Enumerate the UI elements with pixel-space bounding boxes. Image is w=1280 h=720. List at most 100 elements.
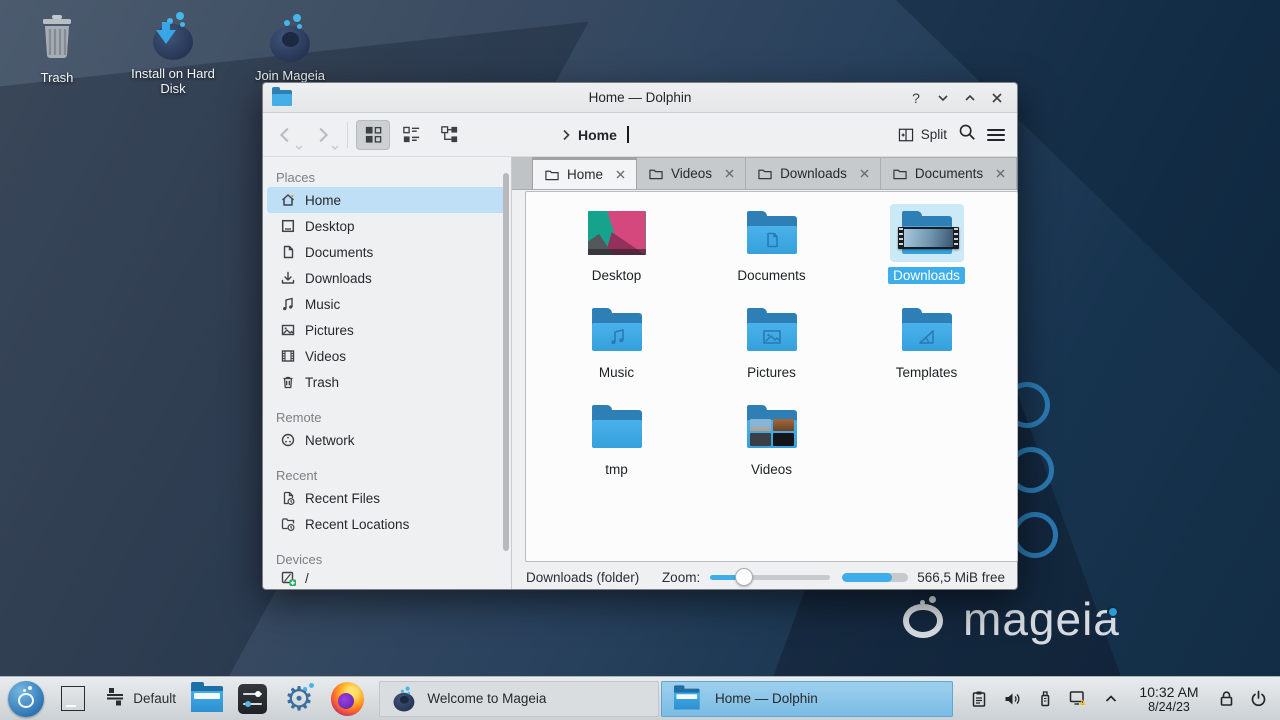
activities-icon[interactable] — [104, 685, 126, 712]
folder-icon — [758, 168, 772, 180]
file-pictures[interactable]: Pictures — [694, 301, 849, 398]
tab-documents[interactable]: Documents — [881, 157, 1017, 189]
back-button[interactable] — [273, 122, 299, 148]
digital-clock[interactable]: 10:32 AM 8/24/23 — [1133, 684, 1204, 714]
file-documents[interactable]: Documents — [694, 204, 849, 301]
location-breadcrumb[interactable]: Home — [562, 126, 629, 143]
recent-locations-icon — [280, 516, 296, 532]
sidebar-item-network[interactable]: Network — [267, 427, 507, 453]
expand-tray-chevron-icon[interactable] — [1101, 689, 1121, 709]
power-icon[interactable] — [1248, 689, 1268, 709]
file-videos[interactable]: Videos — [694, 398, 849, 495]
menu-button[interactable] — [987, 129, 1005, 141]
sidebar-item-label: Documents — [305, 245, 373, 260]
dolphin-launcher[interactable] — [191, 686, 223, 712]
clipboard-tray-icon[interactable] — [969, 689, 989, 709]
search-icon — [957, 122, 977, 142]
taskbar: Default ⚙ Welcome to Mageia Home — Dolph… — [0, 676, 1280, 720]
join-mageia-icon — [238, 6, 342, 62]
control-center-launcher[interactable]: ⚙ — [282, 682, 316, 716]
volume-tray-icon[interactable] — [1002, 689, 1022, 709]
desktop-icon-join[interactable]: Join Mageia — [238, 6, 342, 83]
selection-info: Downloads (folder) — [526, 570, 639, 585]
details-view-button[interactable] — [394, 120, 428, 150]
sidebar-item-documents[interactable]: Documents — [267, 239, 507, 265]
folder-templates-icon — [900, 308, 954, 353]
firefox-launcher[interactable] — [331, 682, 365, 716]
sidebar-item-recent-locations[interactable]: Recent Locations — [267, 511, 507, 537]
network-tray-icon[interactable] — [1068, 689, 1088, 709]
sidebar-item-videos[interactable]: Videos — [267, 343, 507, 369]
activity-label[interactable]: Default — [133, 691, 176, 706]
desktop-icon-install[interactable]: Install on Hard Disk — [121, 4, 225, 96]
tab-videos[interactable]: Videos — [637, 157, 746, 189]
file-tmp[interactable]: tmp — [539, 398, 694, 495]
desktop-icon-label: Install on Hard Disk — [121, 66, 225, 96]
trash-icon — [5, 8, 109, 64]
toolbar-separator — [347, 122, 348, 148]
welcome-app-icon — [392, 687, 406, 710]
file-label: tmp — [600, 461, 633, 478]
desktop-preview-icon — [588, 211, 646, 255]
help-button[interactable]: ? — [907, 89, 925, 107]
desktop-icon-trash[interactable]: Trash — [5, 8, 109, 85]
search-button[interactable] — [957, 122, 977, 147]
close-button[interactable] — [988, 89, 1006, 107]
sidebar-item-label: Trash — [305, 375, 339, 390]
file-templates[interactable]: Templates — [849, 301, 1004, 398]
titlebar[interactable]: Home — Dolphin ? — [263, 83, 1017, 113]
places-panel: Places Home Desktop — [263, 157, 511, 589]
free-space-bar — [842, 573, 908, 582]
system-settings-launcher[interactable] — [238, 684, 268, 714]
file-label: Desktop — [587, 267, 647, 284]
icons-view-button[interactable] — [356, 120, 390, 150]
sidebar-item-label: Videos — [305, 349, 346, 364]
forward-button[interactable] — [309, 122, 335, 148]
application-menu-button[interactable] — [8, 681, 44, 717]
zoom-slider[interactable] — [710, 568, 830, 586]
tab-close-icon[interactable] — [859, 168, 870, 179]
sidebar-item-music[interactable]: Music — [267, 291, 507, 317]
breadcrumb-chevron-icon — [562, 129, 571, 141]
file-label: Videos — [746, 461, 797, 478]
dolphin-task-icon — [674, 688, 700, 709]
lock-screen-icon[interactable] — [1217, 689, 1237, 709]
zoom-slider-handle[interactable] — [735, 568, 753, 586]
tab-home[interactable]: Home — [532, 157, 637, 189]
sidebar-item-desktop[interactable]: Desktop — [267, 213, 507, 239]
tree-view-button[interactable] — [432, 120, 466, 150]
sidebar-item-downloads[interactable]: Downloads — [267, 265, 507, 291]
folder-view[interactable]: Desktop Documents — [525, 191, 1018, 562]
sidebar-item-trash[interactable]: Trash — [267, 369, 507, 395]
breadcrumb-home[interactable]: Home — [578, 127, 617, 143]
folder-downloads-icon — [900, 211, 954, 256]
split-button[interactable]: Split — [897, 126, 947, 144]
file-label: Pictures — [742, 364, 801, 381]
file-label: Documents — [732, 267, 810, 284]
removable-device-tray-icon[interactable] — [1035, 689, 1055, 709]
tab-label: Documents — [915, 166, 983, 181]
task-home-dolphin[interactable]: Home — Dolphin — [661, 681, 953, 717]
sidebar-item-recent-files[interactable]: Recent Files — [267, 485, 507, 511]
desktop-icon-label: Join Mageia — [238, 68, 342, 83]
sidebar-item-home[interactable]: Home — [267, 187, 507, 213]
tab-close-icon[interactable] — [724, 168, 735, 179]
file-label: Music — [594, 364, 639, 381]
maximize-button[interactable] — [961, 89, 979, 107]
sidebar-item-label: / — [305, 571, 309, 586]
tab-close-icon[interactable] — [615, 169, 626, 180]
file-desktop[interactable]: Desktop — [539, 204, 694, 301]
sidebar-item-pictures[interactable]: Pictures — [267, 317, 507, 343]
task-welcome-to-mageia[interactable]: Welcome to Mageia — [379, 681, 659, 717]
folder-icon — [590, 405, 644, 450]
minimize-button[interactable] — [934, 89, 952, 107]
sidebar-item-root[interactable]: / — [267, 569, 507, 589]
tab-downloads[interactable]: Downloads — [746, 157, 881, 189]
clock-time: 10:32 AM — [1133, 684, 1204, 700]
file-music[interactable]: Music — [539, 301, 694, 398]
sidebar-item-label: Downloads — [305, 271, 372, 286]
sidebar-scrollbar[interactable] — [503, 173, 509, 551]
tab-close-icon[interactable] — [995, 168, 1006, 179]
virtual-desktop-pager[interactable] — [61, 686, 86, 711]
file-downloads[interactable]: Downloads — [849, 204, 1004, 301]
